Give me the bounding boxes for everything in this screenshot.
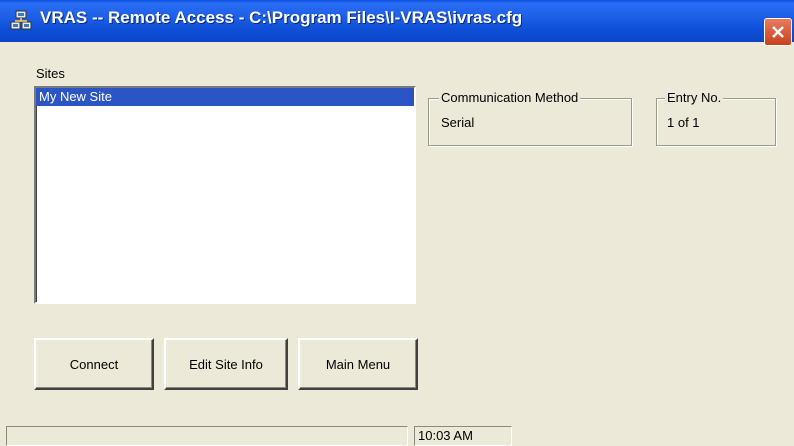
status-bar: 10:03 AM [0, 424, 794, 446]
status-message-pane [6, 426, 408, 446]
window-title: VRAS -- Remote Access - C:\Program Files… [40, 8, 523, 27]
site-list-item[interactable]: My New Site [36, 88, 414, 106]
network-computers-icon [10, 10, 32, 30]
edit-site-info-button[interactable]: Edit Site Info [164, 338, 288, 390]
connect-button[interactable]: Connect [34, 338, 154, 390]
app-window: VRAS -- Remote Access - C:\Program Files… [0, 0, 794, 446]
sites-listbox[interactable]: My New Site [34, 86, 416, 304]
entry-number-label: Entry No. [665, 90, 724, 105]
communication-method-value: Serial [441, 115, 475, 130]
close-button[interactable] [764, 18, 792, 46]
main-menu-button[interactable]: Main Menu [298, 338, 418, 390]
communication-method-group: Communication Method Serial [428, 90, 632, 146]
entry-number-group: Entry No. 1 of 1 [656, 90, 776, 146]
close-icon [772, 26, 784, 38]
communication-method-label: Communication Method [439, 90, 581, 105]
entry-number-value: 1 of 1 [667, 115, 700, 130]
status-clock: 10:03 AM [414, 426, 512, 446]
sites-label: Sites [36, 66, 65, 81]
title-bar[interactable]: VRAS -- Remote Access - C:\Program Files… [0, 0, 794, 46]
